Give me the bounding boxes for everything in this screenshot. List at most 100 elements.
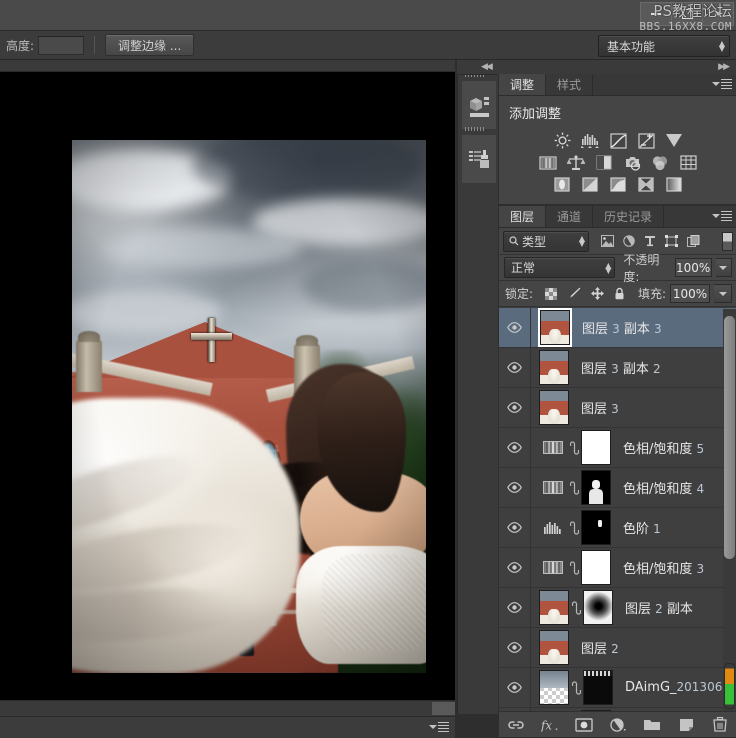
mask-link-icon[interactable] xyxy=(572,601,581,615)
layer-visibility-toggle[interactable] xyxy=(499,668,531,707)
layer-visibility-toggle[interactable] xyxy=(499,428,531,467)
layer-thumbnail[interactable] xyxy=(539,350,569,385)
layer-mask-thumbnail[interactable] xyxy=(581,550,611,585)
mask-link-toggle[interactable] xyxy=(567,481,581,495)
layer-visibility-toggle[interactable] xyxy=(499,468,531,507)
layer-row[interactable]: 色相/饱和度 5 xyxy=(499,428,736,468)
layer-mask-thumbnail[interactable] xyxy=(583,670,613,705)
fill-value[interactable]: 100% xyxy=(670,284,710,303)
new-group-icon[interactable] xyxy=(643,716,661,734)
mask-link-icon[interactable] xyxy=(572,681,581,695)
filter-type-icon[interactable] xyxy=(644,235,656,247)
tab-adjustments[interactable]: 调整 xyxy=(499,74,546,95)
channel-mixer-icon[interactable] xyxy=(650,154,671,171)
layer-thumbnail[interactable] xyxy=(539,390,569,425)
mini-bridge-panel-button[interactable] xyxy=(461,80,497,130)
layer-thumbnail[interactable] xyxy=(539,590,569,625)
visibility-eye-icon[interactable] xyxy=(507,402,522,413)
filter-shape-icon[interactable] xyxy=(665,235,678,247)
color-balance-icon[interactable] xyxy=(566,154,587,171)
expand-panels-icon[interactable]: ▶▶ xyxy=(718,62,728,72)
add-layer-mask-icon[interactable] xyxy=(575,716,593,734)
canvas-horizontal-scrollbar[interactable] xyxy=(0,700,455,716)
refine-edge-button[interactable]: 调整边缘 ... xyxy=(105,34,194,56)
layer-visibility-toggle[interactable] xyxy=(499,348,531,387)
layer-visibility-toggle[interactable] xyxy=(499,588,531,627)
close-button[interactable]: ✕ xyxy=(702,2,734,26)
curves-icon[interactable] xyxy=(608,132,629,149)
fill-dropdown-button[interactable] xyxy=(714,284,732,303)
layer-row[interactable]: 色相/饱和度 3 xyxy=(499,548,736,588)
blend-mode-select[interactable]: 正常 ▲▼ xyxy=(504,257,615,278)
opacity-value[interactable]: 100% xyxy=(675,258,712,277)
layer-visibility-toggle[interactable] xyxy=(499,388,531,427)
layer-visibility-toggle[interactable] xyxy=(499,508,531,547)
layers-scrollbar[interactable] xyxy=(723,309,736,711)
mask-link-icon[interactable] xyxy=(570,521,579,535)
mask-link-toggle[interactable] xyxy=(569,681,583,695)
hue-saturation-icon[interactable] xyxy=(538,154,559,171)
visibility-eye-icon[interactable] xyxy=(507,642,522,653)
filter-pixel-icon[interactable] xyxy=(601,235,614,247)
layer-visibility-toggle[interactable] xyxy=(499,628,531,667)
mask-link-icon[interactable] xyxy=(570,481,579,495)
panel-grip[interactable] xyxy=(465,127,485,131)
delete-layer-icon[interactable] xyxy=(711,716,729,734)
document-image[interactable] xyxy=(72,140,426,673)
tab-styles[interactable]: 样式 xyxy=(546,74,593,95)
adjustments-panel-menu[interactable] xyxy=(712,79,732,89)
adjustment-layer-icon[interactable] xyxy=(539,511,567,544)
lock-position-icon[interactable] xyxy=(591,287,604,300)
new-layer-icon[interactable] xyxy=(677,716,695,734)
layers-panel-menu[interactable] xyxy=(712,211,732,221)
visibility-eye-icon[interactable] xyxy=(507,322,522,333)
exposure-icon[interactable] xyxy=(636,132,657,149)
photo-filter-icon[interactable] xyxy=(622,154,643,171)
scrollbar-thumb[interactable] xyxy=(724,316,735,559)
visibility-eye-icon[interactable] xyxy=(507,562,522,573)
visibility-eye-icon[interactable] xyxy=(507,602,522,613)
visibility-eye-icon[interactable] xyxy=(507,362,522,373)
layer-row[interactable]: 图层 3 副本 3 xyxy=(499,308,736,348)
posterize-icon[interactable] xyxy=(580,176,601,193)
height-input[interactable] xyxy=(38,36,84,55)
tab-layers[interactable]: 图层 xyxy=(499,206,546,227)
layer-thumbnail[interactable] xyxy=(539,630,569,665)
layer-row[interactable]: 色阶 1 xyxy=(499,508,736,548)
levels-icon[interactable] xyxy=(580,132,601,149)
adjustment-layer-icon[interactable] xyxy=(539,551,567,584)
opacity-dropdown-button[interactable] xyxy=(716,258,733,277)
layer-thumbnail[interactable] xyxy=(540,310,570,345)
visibility-eye-icon[interactable] xyxy=(507,682,522,693)
threshold-icon[interactable] xyxy=(608,176,629,193)
clone-source-panel-button[interactable] xyxy=(461,134,497,184)
layer-row[interactable]: 色相/饱和度 4 xyxy=(499,468,736,508)
mask-link-toggle[interactable] xyxy=(567,521,581,535)
tab-channels[interactable]: 通道 xyxy=(546,206,593,227)
mask-link-toggle[interactable] xyxy=(567,441,581,455)
black-white-icon[interactable] xyxy=(594,154,615,171)
dock-collapse-bar[interactable]: ◀◀ ▶▶ xyxy=(457,60,736,75)
layer-style-fx-icon[interactable]: fx xyxy=(541,716,559,734)
adjustment-layer-icon[interactable] xyxy=(539,431,567,464)
layer-list[interactable]: 图层 3 副本 3图层 3 副本 2图层 3色相/饱和度 5色相/饱和度 4色阶… xyxy=(499,308,736,712)
layer-row[interactable]: 图层 3 xyxy=(499,388,736,428)
new-adjustment-layer-icon[interactable] xyxy=(609,716,627,734)
link-layers-icon[interactable] xyxy=(507,716,525,734)
tab-history[interactable]: 历史记录 xyxy=(593,206,664,227)
layer-mask-thumbnail[interactable] xyxy=(581,470,611,505)
layer-filter-toggle[interactable] xyxy=(722,232,733,251)
mask-link-toggle[interactable] xyxy=(567,561,581,575)
layer-mask-thumbnail[interactable] xyxy=(581,510,611,545)
layer-mask-thumbnail[interactable] xyxy=(583,590,613,625)
visibility-eye-icon[interactable] xyxy=(507,482,522,493)
mask-link-icon[interactable] xyxy=(570,441,579,455)
layer-visibility-toggle[interactable] xyxy=(499,548,531,587)
mask-link-icon[interactable] xyxy=(570,561,579,575)
workspace-selector[interactable]: 基本功能 ▲▼ xyxy=(598,35,730,57)
lock-transparency-icon[interactable] xyxy=(545,288,557,300)
layer-row[interactable]: DAimG_201306230... xyxy=(499,668,736,708)
selective-color-icon[interactable] xyxy=(636,176,657,193)
layer-mask-thumbnail[interactable] xyxy=(581,430,611,465)
adjustment-layer-icon[interactable] xyxy=(539,471,567,504)
